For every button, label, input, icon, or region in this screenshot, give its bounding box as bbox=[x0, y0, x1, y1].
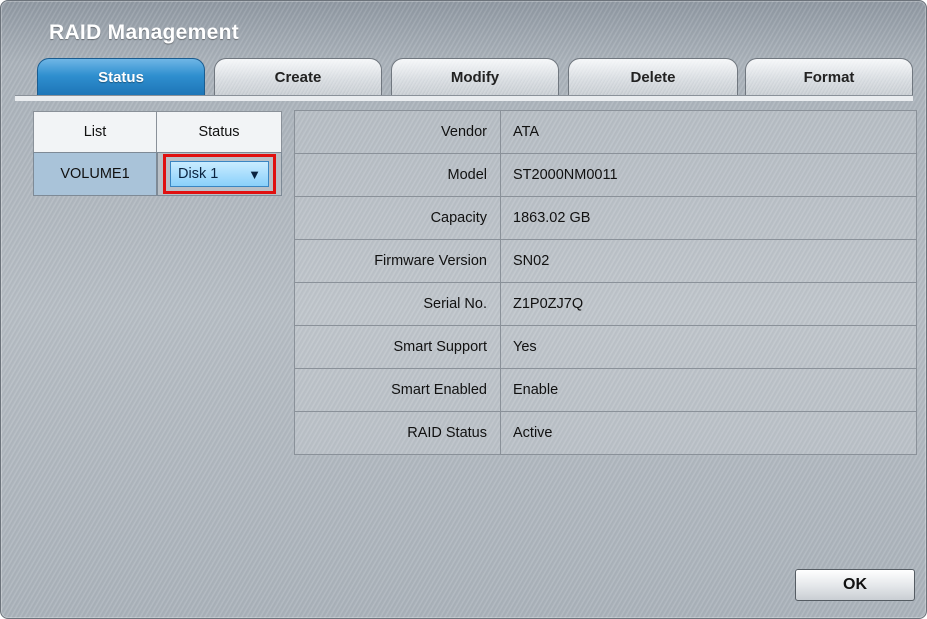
detail-value: ST2000NM0011 bbox=[500, 153, 917, 197]
disk-select-value: Disk 1 bbox=[178, 166, 219, 182]
window-title: RAID Management bbox=[49, 21, 240, 44]
tab-modify[interactable]: Modify bbox=[391, 58, 559, 96]
detail-key: Serial No. bbox=[294, 282, 501, 326]
volume-name[interactable]: VOLUME1 bbox=[33, 152, 157, 196]
highlight-box: Disk 1 ▼ bbox=[163, 154, 276, 194]
tab-delete[interactable]: Delete bbox=[568, 58, 738, 96]
detail-value: Enable bbox=[500, 368, 917, 412]
disk-select[interactable]: Disk 1 ▼ bbox=[170, 161, 269, 187]
detail-key: RAID Status bbox=[294, 411, 501, 455]
detail-value: ATA bbox=[500, 110, 917, 154]
detail-value: 1863.02 GB bbox=[500, 196, 917, 240]
ok-button[interactable]: OK bbox=[795, 569, 915, 601]
table-row: Vendor ATA bbox=[294, 110, 917, 154]
list-row[interactable]: VOLUME1 Disk 1 ▼ bbox=[33, 152, 282, 196]
detail-key: Smart Enabled bbox=[294, 368, 501, 412]
detail-value: Active bbox=[500, 411, 917, 455]
detail-value: Z1P0ZJ7Q bbox=[500, 282, 917, 326]
table-row: Serial No. Z1P0ZJ7Q bbox=[294, 282, 917, 326]
detail-key: Vendor bbox=[294, 110, 501, 154]
tab-status[interactable]: Status bbox=[37, 58, 205, 96]
detail-key: Firmware Version bbox=[294, 239, 501, 283]
detail-key: Model bbox=[294, 153, 501, 197]
status-cell: Disk 1 ▼ bbox=[157, 152, 282, 196]
detail-value: SN02 bbox=[500, 239, 917, 283]
table-row: Firmware Version SN02 bbox=[294, 239, 917, 283]
table-row: RAID Status Active bbox=[294, 411, 917, 455]
list-header-status: Status bbox=[157, 111, 282, 153]
table-row: Capacity 1863.02 GB bbox=[294, 196, 917, 240]
raid-management-window: RAID Management Status Create Modify Del… bbox=[0, 0, 927, 619]
tab-underline bbox=[15, 95, 913, 101]
list-header-list: List bbox=[33, 111, 157, 153]
caret-down-icon: ▼ bbox=[248, 166, 261, 182]
detail-key: Smart Support bbox=[294, 325, 501, 369]
detail-key: Capacity bbox=[294, 196, 501, 240]
table-row: Model ST2000NM0011 bbox=[294, 153, 917, 197]
table-row: Smart Support Yes bbox=[294, 325, 917, 369]
tab-create[interactable]: Create bbox=[214, 58, 382, 96]
table-row: Smart Enabled Enable bbox=[294, 368, 917, 412]
disk-details-table: Vendor ATA Model ST2000NM0011 Capacity 1… bbox=[294, 110, 917, 455]
volume-list-header: List Status bbox=[33, 111, 282, 153]
detail-value: Yes bbox=[500, 325, 917, 369]
tab-format[interactable]: Format bbox=[745, 58, 913, 96]
